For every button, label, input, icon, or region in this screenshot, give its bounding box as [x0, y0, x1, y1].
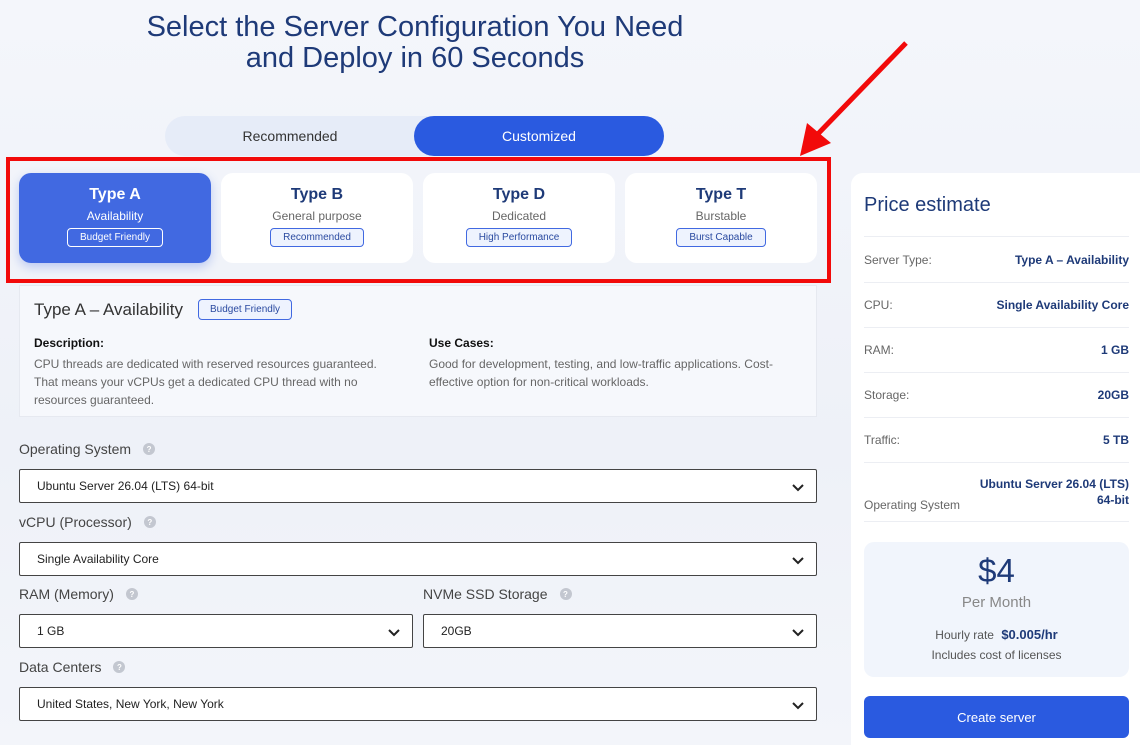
price-row-value: 1 GB	[1100, 343, 1129, 357]
price-row-value: Ubuntu Server 26.04 (LTS) 64-bit	[979, 477, 1129, 507]
page-title: Select the Server Configuration You Need…	[120, 12, 710, 74]
hourly-rate-value: $0.005/hr	[1001, 627, 1058, 642]
price-row-value: 20GB	[1097, 388, 1129, 402]
price-row-value: 5 TB	[1102, 433, 1129, 447]
ram-select-value: 1 GB	[37, 624, 65, 638]
red-arrow-icon	[800, 41, 908, 156]
details-title: Type A – Availability	[34, 300, 184, 319]
price-row-value: Single Availability Core	[996, 298, 1129, 312]
description-text: CPU threads are dedicated with reserved …	[34, 357, 377, 407]
price-period: Per Month	[961, 594, 1032, 611]
create-server-button[interactable]: Create server	[864, 696, 1129, 738]
os-select[interactable]: Ubuntu Server 26.04 (LTS) 64-bit	[19, 469, 817, 503]
chevron-down-icon	[792, 702, 804, 710]
ram-select[interactable]: 1 GB	[19, 614, 413, 648]
price-row-label: Storage:	[864, 388, 910, 402]
help-icon[interactable]: ?	[143, 443, 156, 455]
ram-label: RAM (Memory) ?	[19, 586, 138, 602]
chevron-down-icon	[792, 557, 804, 565]
highlight-box	[6, 157, 831, 283]
price-estimate-card: Price estimate Server Type: Type A – Ava…	[851, 173, 1140, 745]
datacenter-select-value: United States, New York, New York	[37, 697, 224, 711]
price-row-label: CPU:	[864, 298, 893, 312]
help-icon[interactable]: ?	[143, 516, 156, 528]
page-title-line1: Select the Server Configuration You Need	[146, 11, 684, 43]
description-label: Description:	[34, 336, 105, 350]
storage-select[interactable]: 20GB	[423, 614, 817, 648]
price-row-label: Server Type:	[864, 252, 932, 267]
os-label: Operating System ?	[19, 441, 156, 457]
vcpu-label-text: vCPU (Processor)	[19, 514, 132, 530]
use-cases-label: Use Cases:	[429, 336, 494, 350]
price-summary: $4 Per Month Hourly rate $0.005/hr Inclu…	[864, 542, 1129, 677]
price-row-traffic: Traffic: 5 TB	[864, 417, 1129, 462]
price-row-ram: RAM: 1 GB	[864, 327, 1129, 372]
tab-recommended[interactable]: Recommended	[165, 116, 415, 156]
price-row-value: Type A – Availability	[1014, 252, 1129, 267]
price-row-label: RAM:	[864, 343, 894, 357]
details-badge: Budget Friendly	[198, 299, 293, 320]
ram-label-text: RAM (Memory)	[19, 586, 114, 602]
vcpu-select[interactable]: Single Availability Core	[19, 542, 817, 576]
storage-select-value: 20GB	[441, 624, 472, 638]
type-details-panel: Type A – Availability Budget Friendly De…	[19, 285, 817, 417]
hourly-rate: Hourly rate $0.005/hr	[864, 627, 1129, 642]
use-cases-text: Good for development, testing, and low-t…	[429, 357, 773, 389]
os-label-text: Operating System	[19, 441, 132, 457]
vcpu-label: vCPU (Processor) ?	[19, 514, 156, 530]
datacenter-select[interactable]: United States, New York, New York	[19, 687, 817, 721]
os-select-value: Ubuntu Server 26.04 (LTS) 64-bit	[37, 479, 214, 493]
use-cases-column: Use Cases: Good for development, testing…	[429, 336, 797, 391]
price-row-label: Operating System	[864, 498, 961, 512]
hourly-rate-label: Hourly rate	[935, 628, 994, 642]
price-row-os: Operating System Ubuntu Server 26.04 (LT…	[864, 462, 1129, 522]
price-amount: $4	[978, 552, 1015, 589]
datacenter-label-text: Data Centers	[19, 659, 102, 675]
price-row-label: Traffic:	[864, 433, 901, 447]
description-column: Description: CPU threads are dedicated w…	[34, 336, 402, 409]
price-title: Price estimate	[864, 194, 991, 216]
chevron-down-icon	[792, 629, 804, 637]
tab-customized[interactable]: Customized	[414, 116, 664, 156]
datacenter-label: Data Centers ?	[19, 659, 126, 675]
licenses-note: Includes cost of licenses	[931, 648, 1062, 662]
price-row-storage: Storage: 20GB	[864, 372, 1129, 417]
price-row-cpu: CPU: Single Availability Core	[864, 282, 1129, 327]
page-title-line2: and Deploy in 60 Seconds	[245, 42, 585, 74]
storage-label: NVMe SSD Storage ?	[423, 586, 572, 602]
chevron-down-icon	[388, 629, 400, 637]
plan-mode-toggle: Recommended Customized	[165, 116, 664, 156]
price-row-server-type: Server Type: Type A – Availability	[864, 236, 1129, 282]
help-icon[interactable]: ?	[559, 588, 572, 600]
help-icon[interactable]: ?	[113, 661, 126, 673]
vcpu-select-value: Single Availability Core	[37, 552, 159, 566]
help-icon[interactable]: ?	[125, 588, 138, 600]
chevron-down-icon	[792, 484, 804, 492]
storage-label-text: NVMe SSD Storage	[423, 586, 548, 602]
